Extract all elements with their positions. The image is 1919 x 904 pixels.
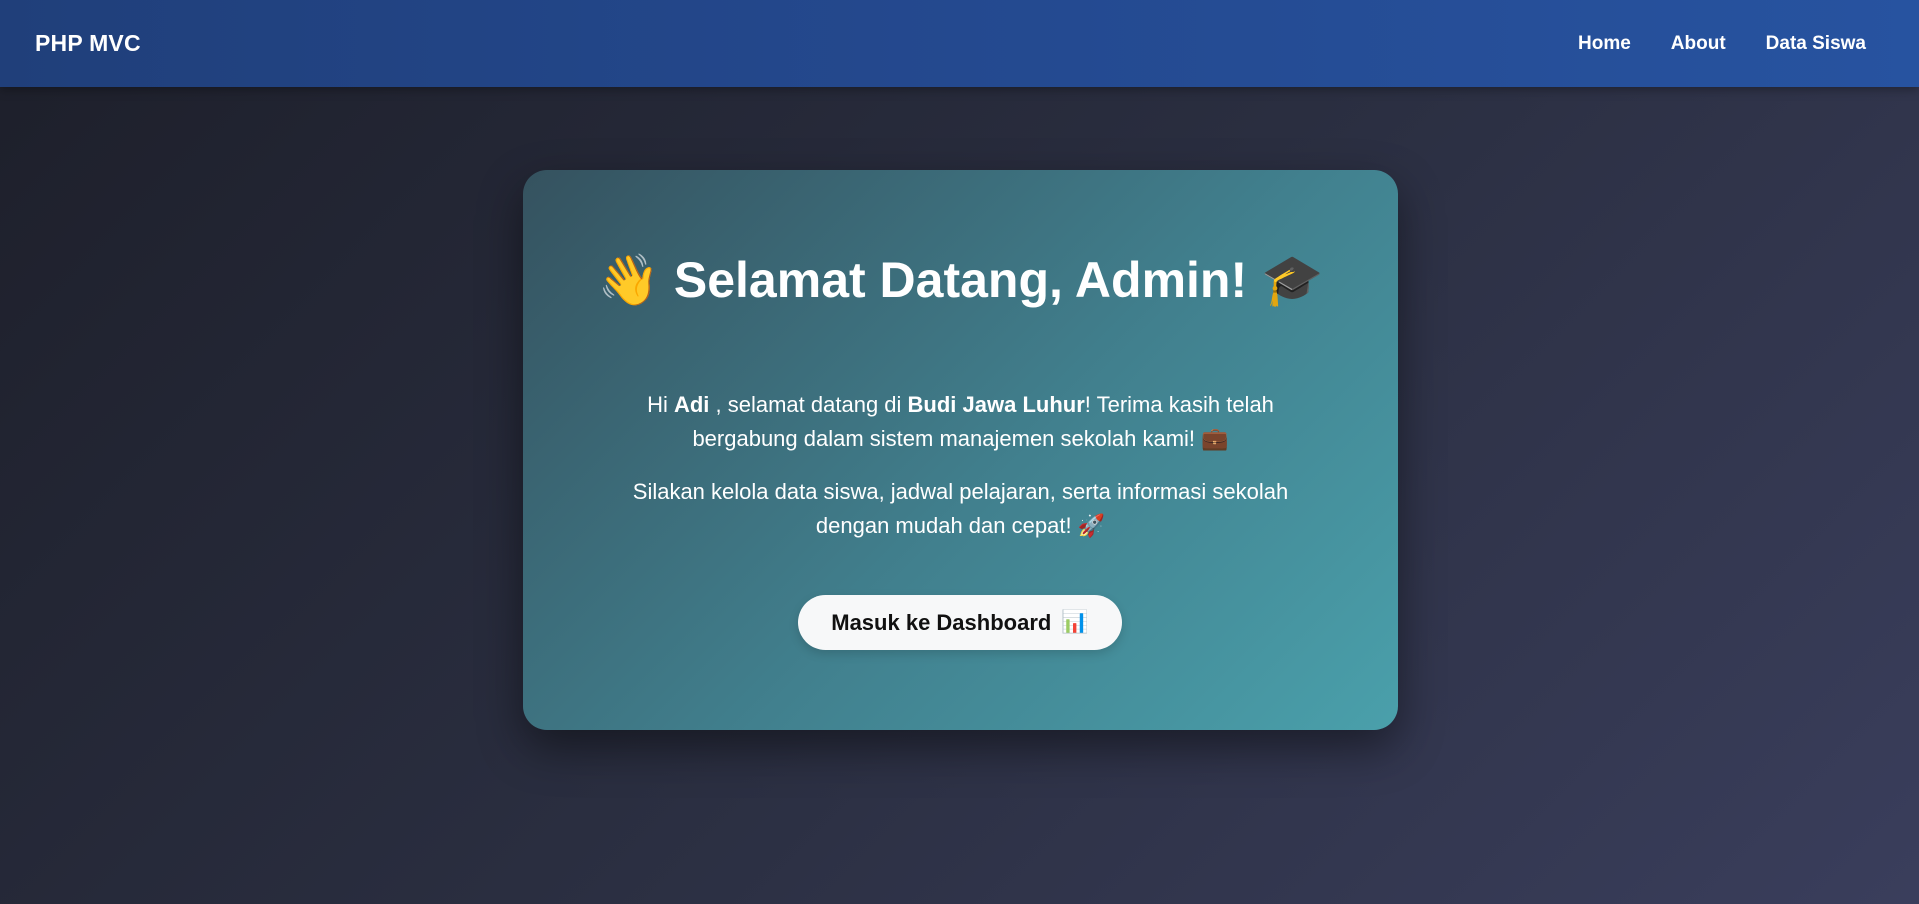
welcome-title: 👋 Selamat Datang, Admin! 🎓 — [583, 250, 1338, 310]
waving-hand-icon: 👋 — [597, 251, 660, 309]
graduation-cap-icon: 🎓 — [1261, 251, 1324, 309]
bar-chart-icon: 📊 — [1061, 610, 1089, 635]
dashboard-button-label: Masuk ke Dashboard — [831, 609, 1052, 635]
greeting-middle: , selamat datang di — [709, 392, 908, 417]
school-name: Budi Jawa Luhur — [907, 392, 1085, 417]
dashboard-button[interactable]: Masuk ke Dashboard 📊 — [798, 595, 1122, 650]
briefcase-icon: 💼 — [1201, 427, 1229, 452]
greeting-paragraph: Hi Adi , selamat datang di Budi Jawa Luh… — [613, 388, 1308, 457]
rocket-icon: 🚀 — [1077, 514, 1106, 539]
description-text: Silakan kelola data siswa, jadwal pelaja… — [632, 479, 1289, 538]
welcome-card: 👋 Selamat Datang, Admin! 🎓 Hi Adi , sela… — [523, 170, 1398, 730]
nav-links: Home About Data Siswa — [1538, 33, 1866, 55]
nav-link-about[interactable]: About — [1671, 33, 1726, 55]
brand-logo-link[interactable]: PHP MVC — [35, 30, 141, 57]
welcome-title-text: Selamat Datang, Admin! — [673, 252, 1248, 308]
user-name: Adi — [673, 392, 710, 417]
greeting-prefix: Hi — [647, 392, 674, 417]
navbar: PHP MVC Home About Data Siswa — [0, 0, 1919, 87]
nav-link-home[interactable]: Home — [1578, 33, 1631, 55]
nav-link-data-siswa[interactable]: Data Siswa — [1766, 33, 1866, 55]
description-paragraph: Silakan kelola data siswa, jadwal pelaja… — [613, 475, 1308, 544]
